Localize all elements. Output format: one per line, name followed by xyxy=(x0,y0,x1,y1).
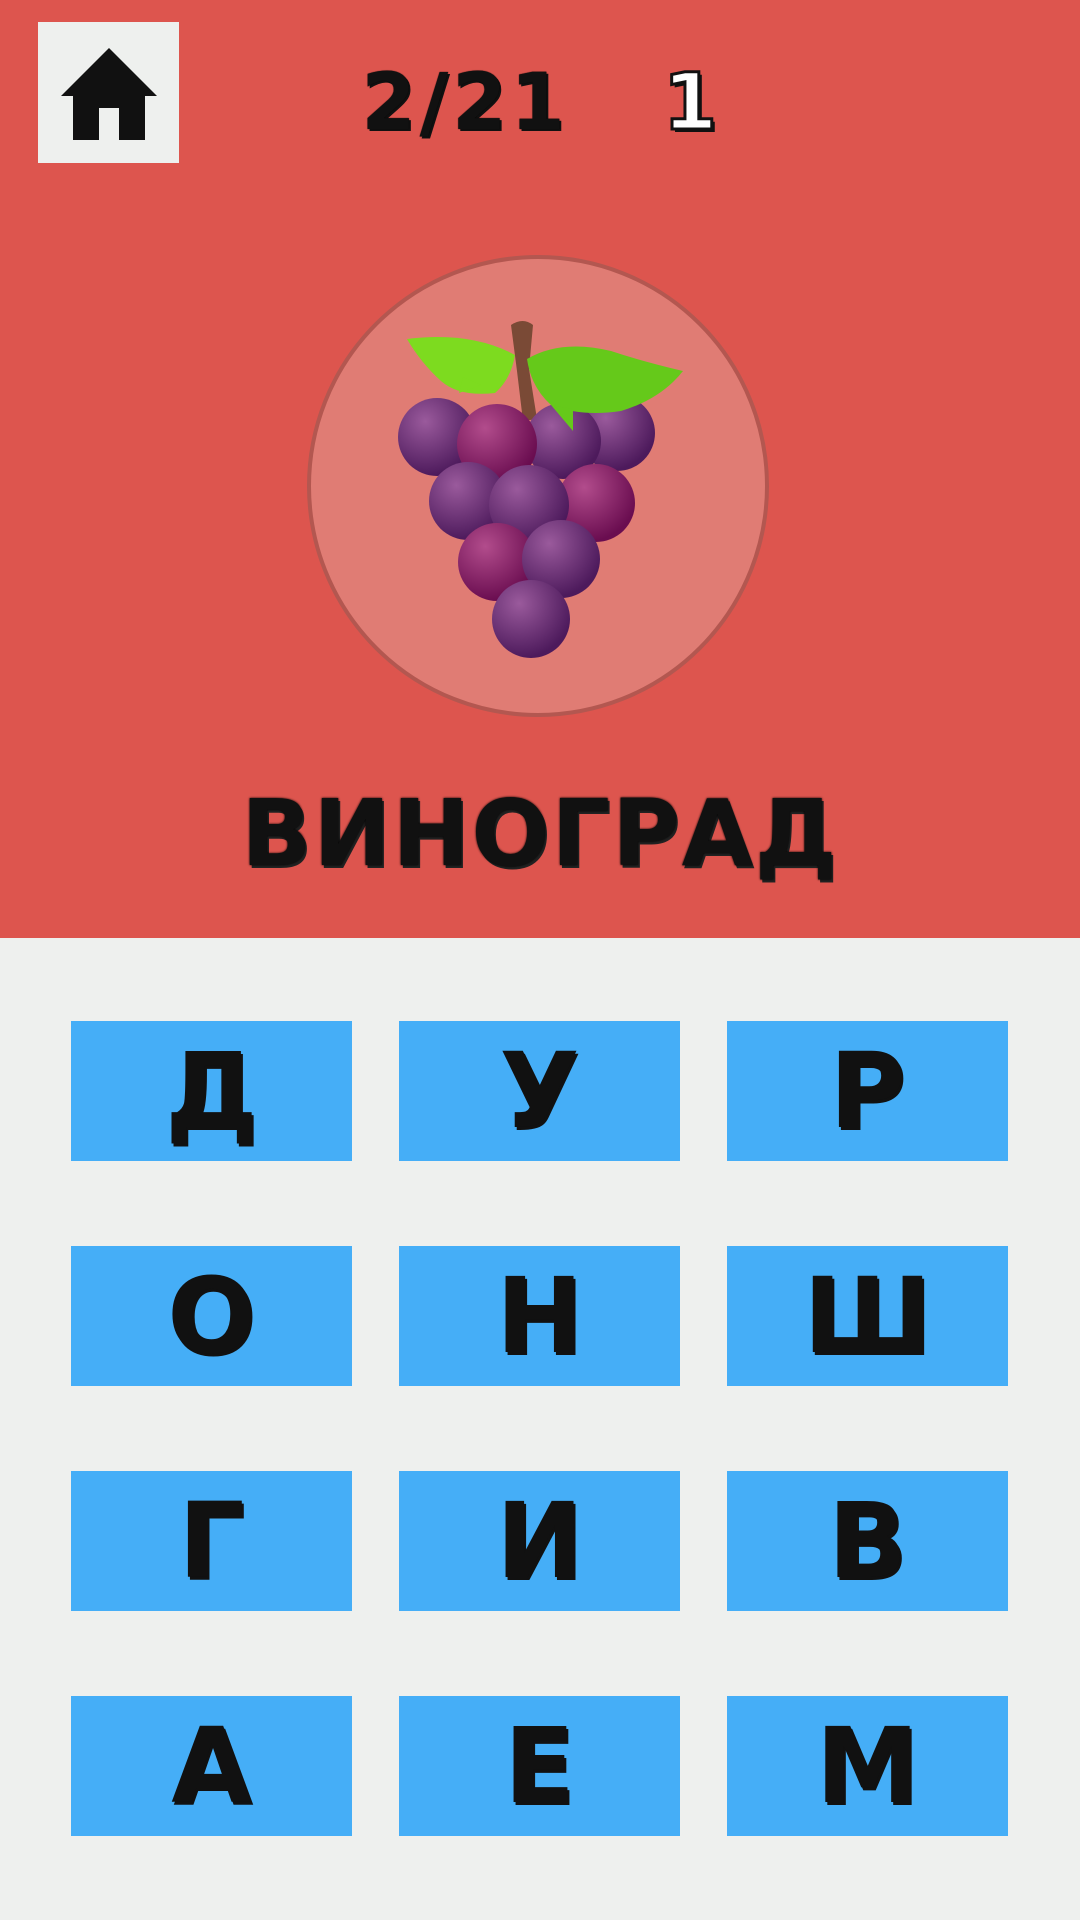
letter-button[interactable]: В xyxy=(727,1471,1008,1611)
letter-button[interactable]: Ш xyxy=(727,1246,1008,1386)
letter-button[interactable]: У xyxy=(399,1021,680,1161)
letter-button[interactable]: Н xyxy=(399,1246,680,1386)
letter-button[interactable]: Г xyxy=(71,1471,352,1611)
letter-button[interactable]: Р xyxy=(727,1021,1008,1161)
letter-button[interactable]: М xyxy=(727,1696,1008,1836)
letter-button[interactable]: Е xyxy=(399,1696,680,1836)
letter-button[interactable]: А xyxy=(71,1696,352,1836)
letter-button[interactable]: Д xyxy=(71,1021,352,1161)
letter-button[interactable]: И xyxy=(399,1471,680,1611)
letter-button[interactable]: О xyxy=(71,1246,352,1386)
letter-grid: Д У Р О Н Ш Г И В А Е М xyxy=(0,0,1080,1920)
